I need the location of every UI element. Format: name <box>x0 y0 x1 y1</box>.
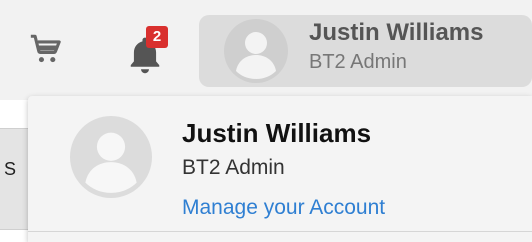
divider <box>28 231 532 232</box>
user-menu-button[interactable]: Justin Williams BT2 Admin <box>199 15 532 87</box>
dropdown-user-name: Justin Williams <box>182 118 372 148</box>
notifications-button[interactable]: 2 <box>126 26 170 76</box>
manage-account-link[interactable]: Manage your Account <box>182 196 385 220</box>
cart-icon[interactable] <box>28 32 62 66</box>
dropdown-user-role: BT2 Admin <box>182 156 285 179</box>
user-dropdown-menu: Justin Williams BT2 Admin Manage your Ac… <box>28 96 532 242</box>
page-partial-label: S <box>4 159 17 179</box>
user-name: Justin Williams <box>309 19 484 46</box>
avatar-placeholder-icon <box>224 19 288 83</box>
avatar-placeholder-icon <box>70 116 152 198</box>
page-content-edge: S <box>0 128 30 230</box>
top-bar: 2 Justin Williams BT2 Admin <box>0 0 532 100</box>
user-role: BT2 Admin <box>309 51 407 73</box>
notification-count-badge: 2 <box>146 26 168 48</box>
